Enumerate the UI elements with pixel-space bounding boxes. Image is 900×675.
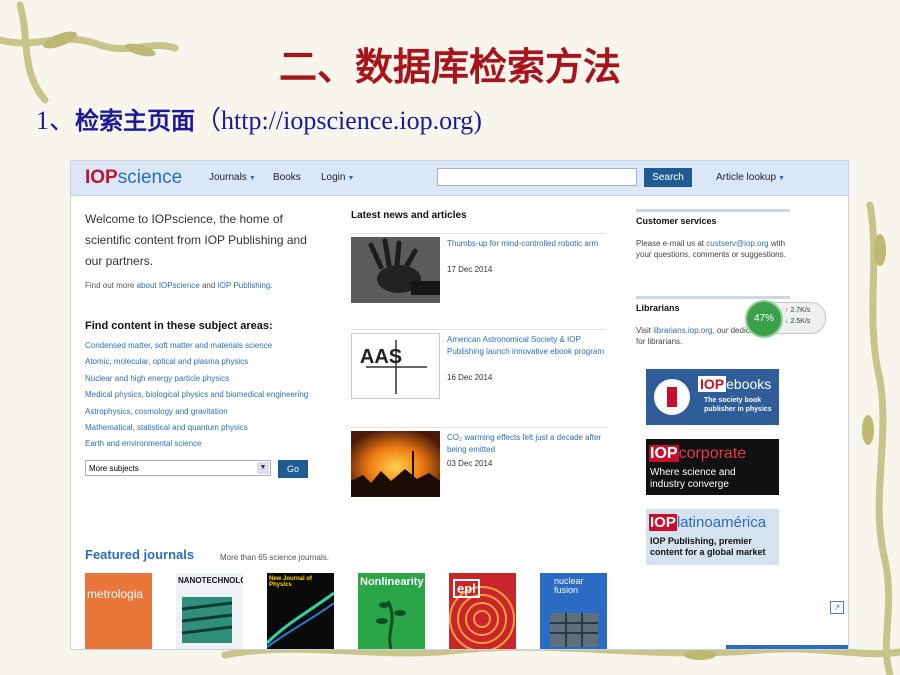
featured-journals-heading: Featured journals (85, 547, 195, 562)
journal-cover[interactable]: NANOTECHNOLOGY (176, 573, 243, 649)
fire-thumbnail[interactable] (351, 431, 440, 497)
news-title-link[interactable]: Thumbs-up for mind-controlled robotic ar… (447, 238, 607, 250)
about-iopscience-link[interactable]: about IOPscience (137, 281, 200, 290)
aas-logo-thumbnail[interactable]: AAS (351, 333, 440, 399)
find-out-more: Find out more about IOPscience and IOP P… (85, 281, 273, 290)
customer-services-text: Please e-mail us at custserv@iop.org wit… (636, 239, 786, 259)
search-input[interactable] (437, 168, 637, 186)
subject-link[interactable]: Medical physics, biological physics and … (85, 387, 308, 403)
iopscience-screenshot: IOPscience Journals ▼ Books Login ▼ Search… (70, 160, 849, 650)
librarians-link[interactable]: librarians.iop.org, (653, 326, 714, 335)
chevron-down-icon: ▼ (347, 175, 355, 182)
journal-cover[interactable]: metrologia (85, 573, 152, 649)
news-item: Thumbs-up for mind-controlled robotic ar… (351, 233, 606, 308)
iopscience-logo[interactable]: IOPscience (85, 167, 182, 189)
subject-areas-heading: Find content in these subject areas: (85, 320, 273, 332)
subject-list: Condensed matter, soft matter and materi… (85, 338, 308, 453)
subtitle-number: 1、 (36, 106, 76, 135)
subject-link[interactable]: Atomic, molecular, optical and plasma ph… (85, 354, 308, 370)
journal-cover[interactable]: Nonlinearity (358, 573, 425, 649)
arrow-up-icon: ↑ (785, 307, 789, 314)
chevron-down-icon: ▼ (778, 175, 785, 182)
chevron-down-icon: ▼ (248, 175, 256, 182)
scroll-top-icon[interactable]: ↗ (830, 601, 844, 614)
chevron-down-icon: ▼ (257, 462, 269, 474)
robotic-arm-thumbnail[interactable] (351, 237, 440, 303)
subject-link[interactable]: Astrophysics, cosmology and gravitation (85, 404, 308, 420)
subject-link[interactable]: Condensed matter, soft matter and materi… (85, 338, 308, 354)
arrow-down-icon: ↓ (785, 318, 789, 325)
nav-article-lookup[interactable]: Article lookup ▼ (716, 172, 785, 183)
slide-title: 二、数据库检索方法 (278, 45, 621, 89)
svg-text:AAS: AAS (360, 346, 402, 368)
customer-services-heading: Customer services (636, 209, 790, 226)
news-item: AAS American Astronomical Society & IOP … (351, 329, 606, 404)
speed-widget[interactable]: 47% ↑ 2.7K/s ↓ 2.5K/s (745, 300, 826, 338)
news-item: CO₂ warming effects felt just a decade a… (351, 427, 606, 502)
ebook-icon (654, 379, 690, 415)
iop-ebooks-banner[interactable]: IOP ebooks The society book publisher in p… (646, 369, 779, 425)
news-date: 17 Dec 2014 (447, 265, 493, 274)
top-nav-bar: IOPscience Journals ▼ Books Login ▼ Search… (71, 161, 848, 196)
news-title-link[interactable]: CO₂ warming effects felt just a decade a… (447, 432, 607, 456)
bottom-accent-bar (726, 645, 848, 649)
search-button[interactable]: Search (644, 168, 692, 187)
news-date: 16 Dec 2014 (447, 373, 493, 382)
news-heading: Latest news and articles (351, 210, 467, 221)
journal-cover[interactable]: New Journal of Physics (267, 573, 334, 649)
journal-cover[interactable]: nuclear fusion (540, 573, 607, 649)
go-button[interactable]: Go (278, 460, 308, 478)
subject-link[interactable]: Nuclear and high energy particle physics (85, 371, 308, 387)
iop-latinoamerica-banner[interactable]: IOPlatinoamérica IOP Publishing, premier… (646, 509, 779, 565)
featured-journals-sub: More than 65 science journals. (220, 553, 329, 562)
subject-link[interactable]: Mathematical, statistical and quantum ph… (85, 420, 308, 436)
iop-corporate-banner[interactable]: IOPcorporate Where science and industry c… (646, 439, 779, 495)
subject-link[interactable]: Earth and environmental science (85, 436, 308, 452)
iop-publishing-link[interactable]: IOP Publishing. (218, 281, 273, 290)
news-date: 03 Dec 2014 (447, 459, 493, 468)
more-subjects-select[interactable]: More subjects ▼ (85, 460, 271, 476)
nav-login[interactable]: Login ▼ (321, 172, 354, 183)
custserv-email-link[interactable]: custserv@iop.org (706, 239, 768, 248)
news-title-link[interactable]: American Astronomical Society & IOP Publ… (447, 334, 607, 358)
subtitle-url: （http://iopscience.iop.org) (195, 106, 482, 135)
nav-journals[interactable]: Journals ▼ (209, 172, 256, 183)
welcome-text: Welcome to IOPscience, the home of scien… (85, 212, 307, 268)
slide-subtitle: 1、检索主页面（http://iopscience.iop.org) (36, 100, 482, 137)
speed-percent: 47% (745, 300, 783, 338)
nav-books[interactable]: Books (273, 172, 301, 183)
subtitle-cn: 检索主页面 (75, 107, 196, 135)
journal-cover[interactable]: epl (449, 573, 516, 649)
